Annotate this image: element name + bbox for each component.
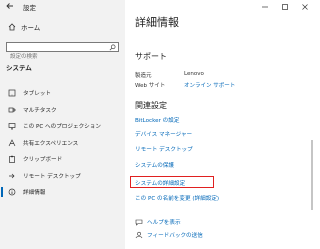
search-icon[interactable] [109,44,116,51]
send-feedback-link[interactable]: フィードバックの送信 [135,231,203,239]
support-key: 製造元 [135,73,152,79]
sidebar-item-shared-experiences[interactable]: 共有エクスペリエンス [0,135,125,152]
sidebar-item-label: クリップボード [23,157,63,164]
sidebar-item-label: マルチタスク [23,107,57,114]
home-nav-item[interactable]: ホーム [8,22,40,32]
minimize-icon [262,6,268,8]
window-title: 設定 [23,4,36,12]
multitask-icon [8,107,16,113]
remote-desktop-icon [9,173,15,178]
sidebar-item-label: 詳細情報 [23,190,46,197]
close-icon [302,4,308,10]
highlight-box [130,176,214,188]
sidebar-item-label: 共有エクスペリエンス [23,140,79,147]
page-title: 詳細情報 [135,16,179,29]
system-protection-link[interactable]: システムの保護 [135,161,174,169]
search-input[interactable] [7,53,105,61]
projection-icon [8,123,16,130]
bitlocker-settings-link[interactable]: BitLocker の設定 [135,116,179,124]
support-key: Web サイト [135,83,166,89]
title-bar: 設定 [0,0,125,14]
info-icon [8,188,16,196]
rename-pc-link[interactable]: この PC の名前を変更 (詳細設定) [135,194,219,202]
clipboard-icon [9,156,15,164]
tablet-icon [8,89,16,97]
sidebar-item-clipboard[interactable]: クリップボード [0,151,125,168]
sidebar-item-label: リモート デスクトップ [23,173,81,180]
get-help-link[interactable]: ヘルプを表示 [135,218,181,226]
home-icon [8,23,16,31]
remote-desktop-link[interactable]: リモート デスクトップ [135,145,193,153]
maximize-icon [282,4,288,10]
shared-experiences-icon [8,138,16,146]
sidebar-item-tablet[interactable]: タブレット [0,85,125,102]
support-value: Lenovo [184,71,204,77]
scrollbar[interactable] [311,140,313,210]
support-heading: サポート [135,52,167,61]
maximize-button[interactable] [275,0,295,14]
help-label: ヘルプを表示 [147,220,181,226]
sidebar-nav: タブレット マルチタスク この PC へのプロジェクション 共有エクスペリエンス [0,85,125,201]
support-row-website: Web サイト オンライン サポート [135,81,235,89]
minimize-button[interactable] [255,0,275,14]
sidebar-item-about[interactable]: 詳細情報 [0,184,125,201]
device-manager-link[interactable]: デバイス マネージャー [135,130,192,138]
main-content: 詳細情報 サポート 製造元 Lenovo Web サイト オンライン サポート … [125,0,315,249]
section-title: システム [6,64,32,72]
sidebar-item-remote-desktop[interactable]: リモート デスクトップ [0,168,125,185]
sidebar-item-multitask[interactable]: マルチタスク [0,102,125,119]
help-icon [135,219,143,226]
feedback-label: フィードバックの送信 [147,233,203,239]
online-support-link[interactable]: オンライン サポート [184,81,235,89]
sidebar: 設定 ホーム システム タブレット マルチタスク [0,0,125,249]
close-button[interactable] [295,0,315,14]
sidebar-item-projection[interactable]: この PC へのプロジェクション [0,118,125,135]
sidebar-item-label: この PC へのプロジェクション [23,124,101,131]
feedback-icon [135,231,143,239]
sidebar-item-label: タブレット [23,91,51,98]
related-settings-heading: 関連設定 [135,101,167,110]
search-box[interactable] [6,42,119,61]
home-label: ホーム [21,24,41,32]
back-arrow-icon[interactable] [6,2,14,10]
support-row-manufacturer: 製造元 Lenovo [135,71,204,79]
